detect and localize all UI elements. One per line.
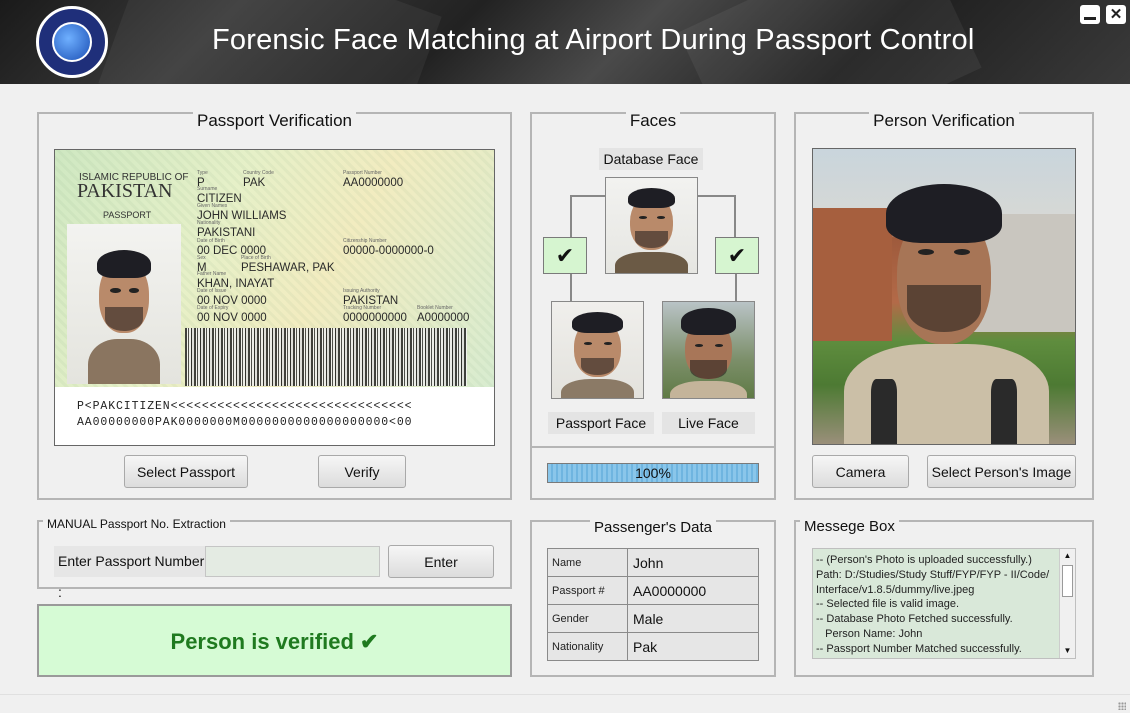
passport-barcode — [185, 328, 467, 386]
field-value: John — [627, 548, 759, 577]
passport-photo — [67, 224, 181, 384]
table-row: Nationality Pak — [547, 632, 759, 661]
passport-place-of-birth: PESHAWAR, PAK — [241, 255, 335, 274]
verify-button[interactable]: Verify — [318, 455, 406, 488]
verification-result-text: Person is verified ✔ — [170, 629, 379, 654]
passport-citizenship-number: 00000-0000000-0 — [343, 238, 434, 257]
person-image — [812, 148, 1076, 445]
progress-text: 100% — [635, 465, 671, 481]
live-face-label: Live Face — [662, 412, 755, 434]
minimize-button[interactable] — [1080, 5, 1100, 24]
match-progress-bar: 100% — [547, 463, 759, 483]
connector-line — [570, 195, 605, 237]
verification-result-box: Person is verified ✔ — [37, 604, 512, 677]
passport-number: AA0000000 — [343, 170, 403, 189]
passport-booklet-number: A0000000 — [417, 305, 469, 324]
table-row: Gender Male — [547, 604, 759, 633]
globe-icon — [52, 22, 92, 62]
field-label: Name — [547, 548, 628, 577]
message-scrollbar[interactable]: ▲ ▼ — [1059, 549, 1075, 658]
passport-card: ISLAMIC REPUBLIC OF PAKISTAN PASSPORT P … — [55, 150, 494, 387]
mrz-line-1: P<PAKCITIZEN<<<<<<<<<<<<<<<<<<<<<<<<<<<<… — [77, 400, 413, 413]
close-icon: ✕ — [1109, 6, 1123, 23]
passport-face-image — [551, 301, 644, 399]
panel-title: Passport Verification — [193, 111, 356, 130]
check-icon: ✔ — [715, 237, 759, 274]
camera-button[interactable]: Camera — [812, 455, 909, 488]
passport-number-label: Enter Passport Number : — [54, 546, 206, 600]
connector-line — [735, 274, 737, 302]
panel-title: Passenger's Data — [590, 519, 716, 536]
mrz-line-2: AA00000000PAK0000000M0000000000000000000… — [77, 416, 413, 429]
field-value: Pak — [627, 632, 759, 661]
field-label: Passport # — [547, 576, 628, 605]
connector-line — [570, 274, 572, 302]
message-log-text: -- (Person's Photo is uploaded successfu… — [816, 554, 1050, 655]
passport-image: ISLAMIC REPUBLIC OF PAKISTAN PASSPORT P … — [54, 149, 495, 446]
passport-date-of-expiry: 00 NOV 0000 — [197, 305, 267, 324]
check-icon: ✔ — [543, 237, 587, 274]
table-row: Passport # AA0000000 — [547, 576, 759, 605]
passport-face-label: Passport Face — [548, 412, 654, 434]
passport-number-input[interactable] — [205, 546, 380, 577]
passport-country-code: PAK — [243, 170, 274, 189]
live-face-image — [662, 301, 755, 399]
field-value: Male — [627, 604, 759, 633]
app-title: Forensic Face Matching at Airport During… — [212, 24, 975, 56]
panel-title: Person Verification — [869, 111, 1019, 130]
passport-country-line2: PAKISTAN — [77, 180, 173, 202]
scroll-thumb[interactable] — [1062, 565, 1073, 597]
connector-line — [697, 195, 736, 237]
university-logo — [36, 6, 108, 78]
message-log[interactable]: -- (Person's Photo is uploaded successfu… — [812, 548, 1076, 659]
enter-button[interactable]: Enter — [388, 545, 494, 578]
field-value: AA0000000 — [627, 576, 759, 605]
select-person-image-button[interactable]: Select Person's Image — [927, 455, 1076, 488]
field-label: Gender — [547, 604, 628, 633]
passport-mrz: P<PAKCITIZEN<<<<<<<<<<<<<<<<<<<<<<<<<<<<… — [77, 399, 412, 431]
passport-doc-label: PASSPORT — [103, 210, 152, 220]
status-bar — [0, 694, 1130, 713]
database-face-label: Database Face — [599, 148, 703, 170]
database-face-image — [605, 177, 698, 274]
panel-title: Messege Box — [800, 518, 899, 535]
passport-tracking-number: 0000000000 — [343, 305, 407, 324]
scroll-down-icon[interactable]: ▼ — [1060, 644, 1075, 658]
passenger-data-table: Name John Passport # AA0000000 Gender Male … — [547, 548, 759, 661]
scroll-up-icon[interactable]: ▲ — [1060, 549, 1075, 563]
close-button[interactable]: ✕ — [1106, 5, 1126, 24]
table-row: Name John — [547, 548, 759, 577]
field-label: Nationality — [547, 632, 628, 661]
select-passport-button[interactable]: Select Passport — [124, 455, 248, 488]
resize-grip-icon[interactable] — [1118, 702, 1126, 710]
title-bar: Forensic Face Matching at Airport During… — [0, 0, 1130, 84]
panel-title: Faces — [625, 111, 681, 130]
panel-title: MANUAL Passport No. Extraction — [43, 517, 230, 531]
